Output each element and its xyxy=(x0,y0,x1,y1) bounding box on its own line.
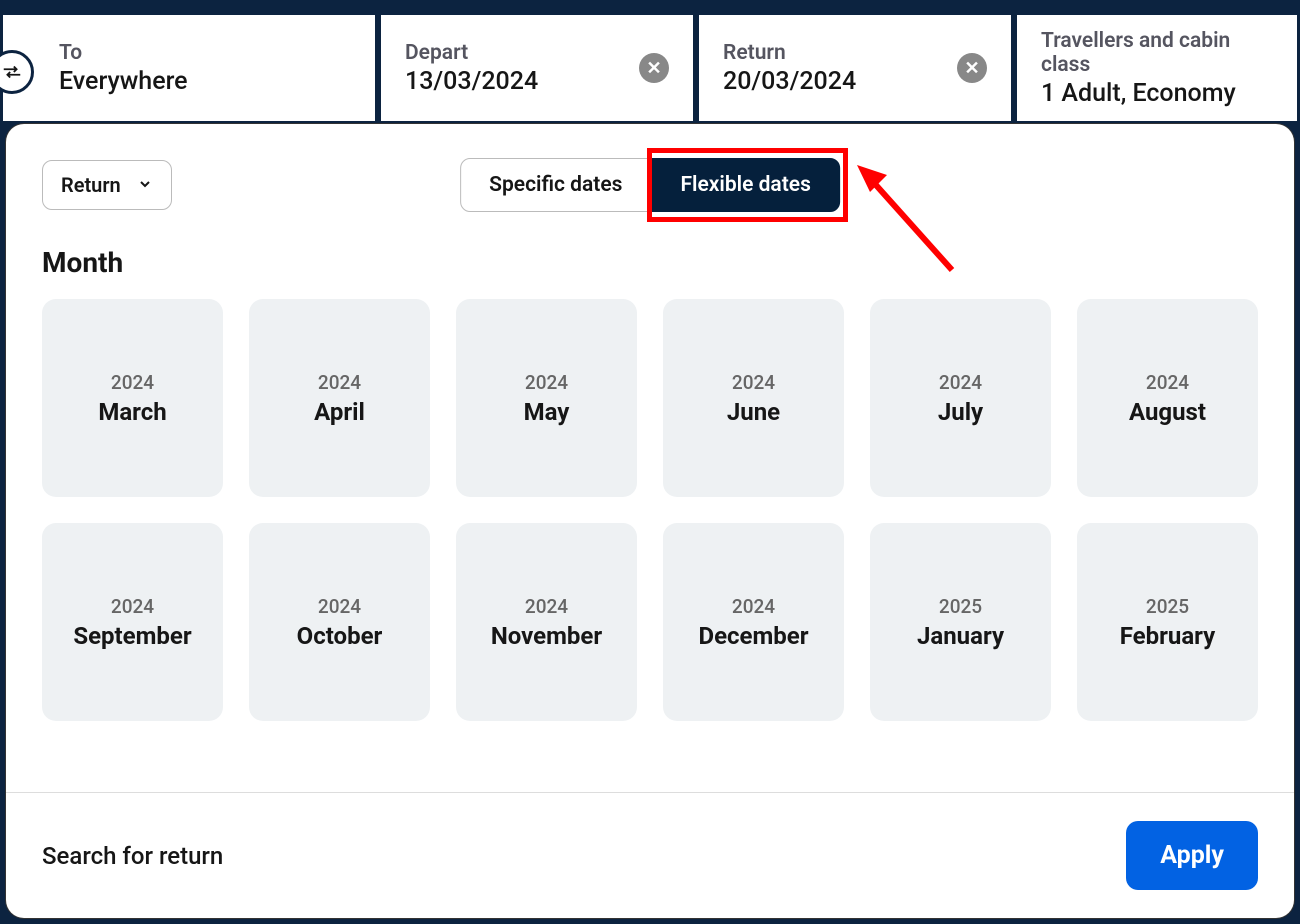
depart-date-field[interactable]: Depart 13/03/2024 ✕ xyxy=(378,12,696,124)
month-name: May xyxy=(524,398,570,426)
month-year: 2024 xyxy=(732,595,775,618)
month-name: June xyxy=(727,398,780,426)
date-mode-toggle: Specific dates Flexible dates xyxy=(460,158,840,212)
month-name: November xyxy=(491,622,602,650)
month-name: August xyxy=(1129,398,1206,426)
panel-footer: Search for return Apply xyxy=(6,792,1294,918)
footer-text: Search for return xyxy=(42,842,223,870)
apply-button[interactable]: Apply xyxy=(1126,821,1258,890)
month-name: March xyxy=(98,398,166,426)
month-name: September xyxy=(73,622,191,650)
depart-label: Depart xyxy=(405,41,669,65)
month-card[interactable]: 2024 May xyxy=(456,299,637,497)
month-year: 2024 xyxy=(111,371,154,394)
chevron-down-icon xyxy=(137,173,153,197)
month-name: December xyxy=(698,622,808,650)
month-card[interactable]: 2025 January xyxy=(870,523,1051,721)
clear-return-button[interactable]: ✕ xyxy=(957,53,987,83)
travellers-field[interactable]: Travellers and cabin class 1 Adult, Econ… xyxy=(1014,12,1300,124)
destination-field[interactable]: To Everywhere xyxy=(0,12,378,124)
trip-type-value: Return xyxy=(61,173,121,197)
month-card[interactable]: 2024 June xyxy=(663,299,844,497)
month-card[interactable]: 2024 April xyxy=(249,299,430,497)
month-card[interactable]: 2024 September xyxy=(42,523,223,721)
clear-depart-button[interactable]: ✕ xyxy=(639,53,669,83)
date-picker-panel: Return Specific dates Flexible dates Mon… xyxy=(6,124,1294,918)
month-card[interactable]: 2024 October xyxy=(249,523,430,721)
month-year: 2024 xyxy=(525,595,568,618)
return-label: Return xyxy=(723,41,987,65)
month-year: 2024 xyxy=(111,595,154,618)
month-year: 2024 xyxy=(525,371,568,394)
month-year: 2024 xyxy=(732,371,775,394)
destination-label: To xyxy=(59,41,351,65)
month-name: February xyxy=(1120,622,1216,650)
depart-value: 13/03/2024 xyxy=(405,67,669,96)
month-year: 2024 xyxy=(318,595,361,618)
month-name: April xyxy=(314,398,365,426)
month-year: 2024 xyxy=(1146,371,1189,394)
return-value: 20/03/2024 xyxy=(723,67,987,96)
month-name: October xyxy=(297,622,383,650)
month-year: 2024 xyxy=(318,371,361,394)
month-year: 2024 xyxy=(939,371,982,394)
month-year: 2025 xyxy=(1146,595,1189,618)
month-name: January xyxy=(917,622,1004,650)
search-fields-row: To Everywhere Depart 13/03/2024 ✕ Return… xyxy=(0,12,1300,124)
trip-type-select[interactable]: Return xyxy=(42,160,172,210)
travellers-value: 1 Adult, Economy xyxy=(1041,79,1273,108)
month-card[interactable]: 2024 November xyxy=(456,523,637,721)
month-card[interactable]: 2024 July xyxy=(870,299,1051,497)
month-card[interactable]: 2024 August xyxy=(1077,299,1258,497)
flexible-dates-toggle[interactable]: Flexible dates xyxy=(651,158,839,212)
month-grid: 2024 March 2024 April 2024 May 2024 June… xyxy=(6,299,1294,721)
travellers-label: Travellers and cabin class xyxy=(1041,29,1273,77)
month-card[interactable]: 2024 March xyxy=(42,299,223,497)
month-name: July xyxy=(938,398,983,426)
month-card[interactable]: 2024 December xyxy=(663,523,844,721)
month-heading: Month xyxy=(6,210,1294,299)
destination-value: Everywhere xyxy=(59,67,351,96)
month-year: 2025 xyxy=(939,595,982,618)
specific-dates-toggle[interactable]: Specific dates xyxy=(460,158,651,212)
return-date-field[interactable]: Return 20/03/2024 ✕ xyxy=(696,12,1014,124)
month-card[interactable]: 2025 February xyxy=(1077,523,1258,721)
